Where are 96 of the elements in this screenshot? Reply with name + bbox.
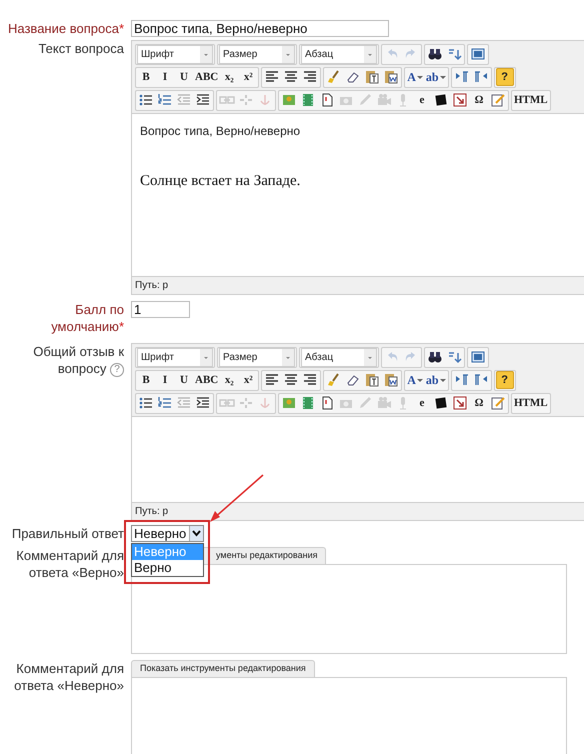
format-button[interactable]: I xyxy=(156,68,174,86)
align-left-icon xyxy=(264,69,280,85)
format-button[interactable]: e xyxy=(413,91,431,109)
caret-icon xyxy=(416,377,423,383)
paste-text-button[interactable] xyxy=(363,68,382,86)
field-label: Балл по умолчанию* xyxy=(50,301,125,335)
format-button[interactable]: x² xyxy=(239,371,258,389)
font-select[interactable]: Шрифт xyxy=(137,44,213,64)
element-path: Путь: p xyxy=(134,505,170,519)
help-button[interactable]: ? xyxy=(496,68,514,86)
caret-icon xyxy=(440,74,446,80)
paste-word-button[interactable] xyxy=(382,371,400,389)
required-mark: * xyxy=(118,21,124,36)
field-label: Комментарий для ответа «Неверно» xyxy=(13,660,125,694)
format-button[interactable]: Ω xyxy=(470,91,488,109)
format-button[interactable]: HTML xyxy=(513,91,549,109)
color-button[interactable]: A xyxy=(406,68,424,86)
edit-icon xyxy=(490,395,506,411)
editor-paragraph: Вопрос типа, Верно/неверно xyxy=(140,123,302,140)
field-label: Общий отзыв к вопросу ? xyxy=(32,343,125,377)
format-button[interactable]: B xyxy=(137,68,155,86)
bullet-list-icon xyxy=(138,92,154,108)
element-path: Путь: p xyxy=(134,279,170,293)
pencil-icon xyxy=(357,395,373,411)
format-button[interactable]: e xyxy=(413,394,431,412)
align-center-icon xyxy=(283,372,300,388)
paste-word-icon xyxy=(383,69,400,85)
format-button[interactable]: U xyxy=(175,371,193,389)
color-button[interactable]: ab xyxy=(424,68,447,86)
caret-icon xyxy=(282,348,294,366)
field-label: Комментарий для ответа «Верно» xyxy=(15,547,125,581)
paste-word-icon xyxy=(383,372,400,388)
right-to-left-icon xyxy=(472,372,489,388)
caret-icon xyxy=(200,348,212,366)
film-icon xyxy=(300,395,316,411)
required-mark: * xyxy=(118,319,124,334)
align-left-icon xyxy=(264,372,280,388)
field-label: Текст вопроса xyxy=(37,40,125,57)
format-button[interactable]: B xyxy=(137,371,155,389)
color-button[interactable]: A xyxy=(406,371,424,389)
chevron-down-icon xyxy=(192,530,201,537)
bullet-list-icon xyxy=(138,395,154,411)
format-button[interactable]: Ω xyxy=(470,394,488,412)
field-label: Правильный ответ xyxy=(10,525,125,542)
answer-select[interactable]: Неверно xyxy=(131,525,204,542)
caret-icon xyxy=(282,46,294,62)
align-center-icon xyxy=(283,69,300,85)
caret-icon xyxy=(440,377,446,383)
left-to-right-icon xyxy=(454,372,470,388)
unlink-icon xyxy=(238,92,254,108)
caret-icon xyxy=(364,348,376,366)
align-right-icon xyxy=(302,69,318,85)
format-button[interactable]: HTML xyxy=(513,394,549,412)
align-right-icon xyxy=(302,372,318,388)
paste-text-icon xyxy=(364,372,380,388)
format-button[interactable]: ABC xyxy=(194,371,220,389)
font-select[interactable]: Размер xyxy=(219,348,295,366)
image-icon xyxy=(281,395,297,411)
video-camera-icon xyxy=(376,395,392,411)
color-button[interactable]: ab xyxy=(424,371,447,389)
format-button[interactable]: I xyxy=(156,371,174,389)
font-select[interactable]: Абзац xyxy=(301,348,377,366)
film-icon xyxy=(300,92,316,108)
text-editor[interactable]: Шрифт Размер Абзац B I U ABC x₂ x² A ab ? e Ω HTML Путь: p xyxy=(131,343,584,521)
help-button[interactable]: ? xyxy=(496,371,514,389)
question-name-field[interactable]: Вопрос типа, Верно/неверно xyxy=(131,20,389,37)
editor-paragraph: Солнце встает на Западе. xyxy=(140,172,302,191)
image-icon xyxy=(281,92,297,108)
edit-icon xyxy=(490,92,506,108)
caret-icon xyxy=(416,74,423,80)
paste-text-button[interactable] xyxy=(363,371,382,389)
binoculars-icon xyxy=(427,349,443,365)
format-button[interactable]: x₂ xyxy=(220,371,238,389)
format-button[interactable]: ABC xyxy=(194,68,220,86)
font-select[interactable]: Размер xyxy=(219,44,295,64)
help-icon[interactable]: ? xyxy=(110,362,124,377)
format-button[interactable]: x² xyxy=(239,68,258,86)
score-field[interactable]: 1 xyxy=(131,301,190,318)
font-select[interactable]: Абзац xyxy=(301,44,377,64)
pencil-icon xyxy=(357,92,373,108)
paste-word-button[interactable] xyxy=(382,68,400,86)
format-button[interactable]: x₂ xyxy=(220,68,238,86)
video-camera-icon xyxy=(376,92,392,108)
text-editor[interactable]: Шрифт Размер Абзац B I U ABC x₂ x² A ab ? e Ω HTML Вопрос типа, Верно/неверно Солнце встает на Западе. Путь: p xyxy=(131,40,584,295)
editor-content[interactable]: Вопрос типа, Верно/неверно Солнце встает на Западе. xyxy=(132,114,584,276)
format-button[interactable]: U xyxy=(175,68,193,86)
show-tools-tab[interactable]: Показать инструменты редактирования xyxy=(131,660,315,677)
caret-icon xyxy=(364,46,376,62)
font-select[interactable]: Шрифт xyxy=(137,348,213,366)
paste-text-icon xyxy=(364,69,380,85)
unlink-icon xyxy=(238,395,254,411)
caret-icon xyxy=(200,46,212,62)
binoculars-icon xyxy=(427,46,443,62)
right-to-left-icon xyxy=(472,69,489,85)
left-to-right-icon xyxy=(454,69,470,85)
field-label: Название вопроса* xyxy=(7,20,125,37)
